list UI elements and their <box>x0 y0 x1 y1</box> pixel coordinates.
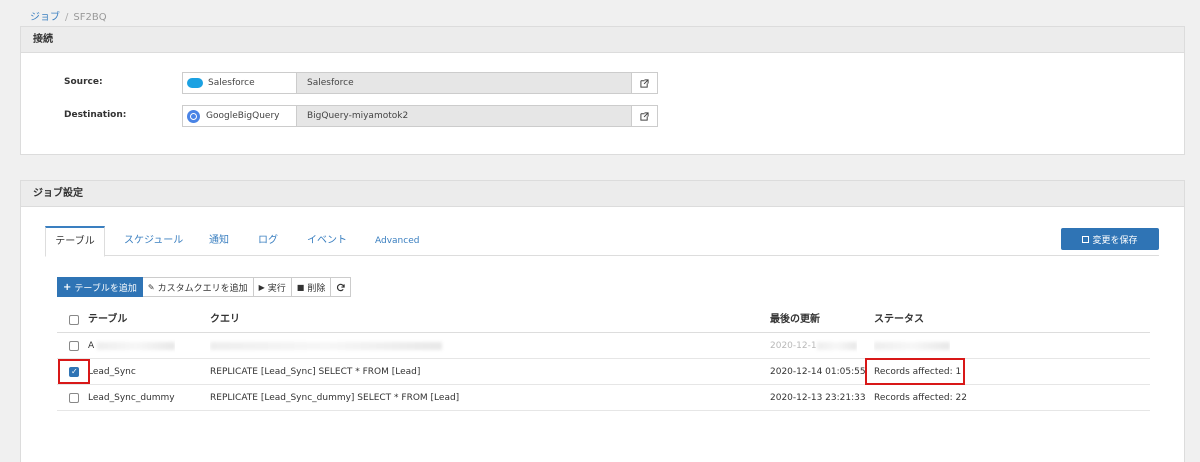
destination-label: Destination: <box>64 110 127 120</box>
select-all-checkbox[interactable] <box>69 315 79 325</box>
destination-row: Destination: GoogleBigQuery BigQuery-miy… <box>21 105 1184 127</box>
edit-icon: ✎ <box>147 282 155 292</box>
delete-button[interactable]: ■ 削除 <box>291 277 332 297</box>
breadcrumb-current: SF2BQ <box>73 12 107 23</box>
destination-connection-group: GoogleBigQuery BigQuery-miyamotok2 <box>182 105 658 127</box>
row-query: REPLICATE [Lead_Sync_dummy] SELECT * FRO… <box>210 393 460 403</box>
tables-table: テーブル クエリ 最後の更新 ステータス A 2020-12-1 Lead_Sy… <box>57 307 1150 411</box>
connection-panel: 接続 Source: Salesforce Salesforce Destina… <box>20 26 1185 155</box>
save-changes-label: 変更を保存 <box>1092 235 1138 246</box>
source-row: Source: Salesforce Salesforce <box>21 72 1184 94</box>
tab-tables[interactable]: テーブル <box>45 226 105 257</box>
header-query: クエリ <box>210 314 240 325</box>
source-connection-name: Salesforce <box>307 78 354 88</box>
table-row[interactable]: A 2020-12-1 <box>57 333 1150 359</box>
row-last-updated: 2020-12-1 <box>770 333 857 359</box>
run-button[interactable]: ▶ 実行 <box>253 277 292 297</box>
save-changes-button[interactable]: 変更を保存 <box>1061 228 1159 250</box>
row-status <box>874 333 950 359</box>
salesforce-cloud-icon <box>187 78 203 88</box>
bigquery-icon <box>187 109 200 123</box>
row-query: REPLICATE [Lead_Sync] SELECT * FROM [Lea… <box>210 367 421 377</box>
add-custom-query-label: カスタムクエリを追加 <box>157 283 248 294</box>
destination-connection-name: BigQuery-miyamotok2 <box>307 111 409 121</box>
floppy-disk-icon <box>1082 235 1090 243</box>
source-type-addon: Salesforce <box>183 73 297 93</box>
refresh-icon <box>337 283 346 291</box>
job-settings-title: ジョブ設定 <box>21 181 1184 207</box>
add-custom-query-button[interactable]: ✎ カスタムクエリを追加 <box>142 277 254 297</box>
tab-advanced[interactable]: Advanced <box>375 226 419 256</box>
table-row[interactable]: Lead_Sync_dummy REPLICATE [Lead_Sync_dum… <box>57 385 1150 411</box>
source-connection-group: Salesforce Salesforce <box>182 72 658 94</box>
row-checkbox[interactable] <box>69 341 79 351</box>
breadcrumb: ジョブ / SF2BQ <box>30 8 107 23</box>
trash-icon: ■ <box>296 282 305 292</box>
source-label: Source: <box>64 77 103 87</box>
table-toolbar: + テーブルを追加 ✎ カスタムクエリを追加 ▶ 実行 ■ 削除 <box>57 277 352 297</box>
job-tabs: テーブル スケジュール 通知 ログ イベント Advanced <box>45 226 1159 257</box>
header-last-updated: 最後の更新 <box>770 314 820 325</box>
add-table-label: テーブルを追加 <box>74 283 137 294</box>
play-icon: ▶ <box>258 282 265 292</box>
destination-type-addon: GoogleBigQuery <box>183 106 297 126</box>
table-header-row: テーブル クエリ 最後の更新 ステータス <box>57 307 1150 333</box>
breadcrumb-jobs-link[interactable]: ジョブ <box>30 12 60 23</box>
external-link-icon <box>640 78 649 88</box>
row-last-updated: 2020-12-13 23:21:33 <box>770 393 866 403</box>
delete-label: 削除 <box>307 283 326 294</box>
row-table-name: Lead_Sync <box>88 367 136 377</box>
refresh-button[interactable] <box>331 277 352 297</box>
checkbox-highlight-box <box>58 359 90 384</box>
destination-open-button[interactable] <box>631 106 657 126</box>
job-settings-panel: ジョブ設定 テーブル スケジュール 通知 ログ イベント Advanced 変更… <box>20 180 1185 462</box>
tab-notifications[interactable]: 通知 <box>209 226 229 256</box>
row-query <box>210 333 730 359</box>
header-table: テーブル <box>88 314 128 325</box>
status-highlight-box <box>865 358 965 385</box>
row-table-name: A <box>88 333 176 359</box>
run-label: 実行 <box>267 283 286 294</box>
tab-events[interactable]: イベント <box>307 226 347 256</box>
destination-type-label: GoogleBigQuery <box>206 111 280 121</box>
source-open-button[interactable] <box>631 73 657 93</box>
tab-schedule[interactable]: スケジュール <box>124 226 183 256</box>
row-table-name: Lead_Sync_dummy <box>88 393 175 403</box>
header-status: ステータス <box>874 314 924 325</box>
tab-log[interactable]: ログ <box>258 226 278 256</box>
row-last-updated: 2020-12-14 01:05:55 <box>770 367 866 377</box>
row-status: Records affected: 22 <box>874 393 967 403</box>
add-table-button[interactable]: + テーブルを追加 <box>57 277 143 297</box>
row-checkbox[interactable] <box>69 393 79 403</box>
breadcrumb-separator: / <box>65 12 69 23</box>
source-type-label: Salesforce <box>208 78 255 88</box>
external-link-icon <box>640 111 649 121</box>
plus-icon: + <box>63 281 72 293</box>
connection-panel-title: 接続 <box>21 27 1184 53</box>
table-row[interactable]: Lead_Sync REPLICATE [Lead_Sync] SELECT *… <box>57 359 1150 385</box>
